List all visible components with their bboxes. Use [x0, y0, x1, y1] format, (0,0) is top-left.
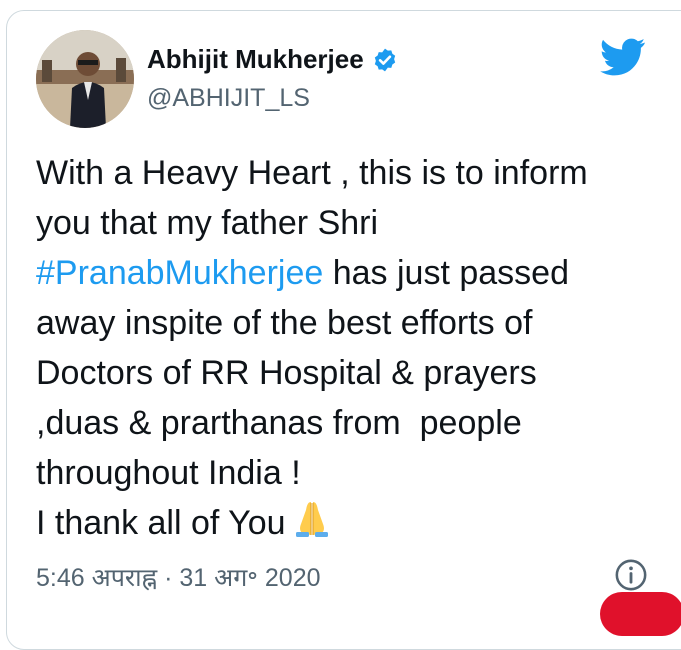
tweet-line-7: throughout India !	[36, 454, 301, 492]
tweet-line-8-text: I thank all of You	[36, 504, 286, 542]
tweet-line-6: ,duas & prarthanas from people	[36, 404, 522, 442]
tweet-text: With a Heavy Heart , this is to inform y…	[36, 148, 666, 548]
timestamp[interactable]: 5:46 अपराह्न · 31 अग॰ 2020	[36, 560, 321, 594]
folded-hands-icon	[295, 502, 328, 537]
tweet-line-8: I thank all of You	[36, 498, 666, 548]
corner-badge[interactable]	[600, 592, 681, 636]
info-icon[interactable]	[614, 558, 648, 592]
tweet-line-3-text: has just passed	[323, 254, 569, 292]
tweet-line-1: With a Heavy Heart , this is to inform	[36, 154, 588, 192]
display-name[interactable]: Abhijit Mukherjee	[147, 44, 364, 75]
avatar[interactable]	[36, 30, 134, 128]
tweet-line-3: #PranabMukherjee has just passed	[36, 248, 666, 298]
twitter-bird-icon[interactable]	[600, 38, 646, 76]
tweet-line-2: you that my father Shri	[36, 204, 379, 242]
hashtag-link[interactable]: #PranabMukherjee	[36, 254, 323, 292]
tweet-line-4: away inspite of the best efforts of	[36, 304, 533, 342]
verified-badge-icon	[374, 48, 395, 71]
user-handle[interactable]: @ABHIJIT_LS	[147, 84, 310, 113]
tweet-line-5: Doctors of RR Hospital & prayers	[36, 354, 537, 392]
